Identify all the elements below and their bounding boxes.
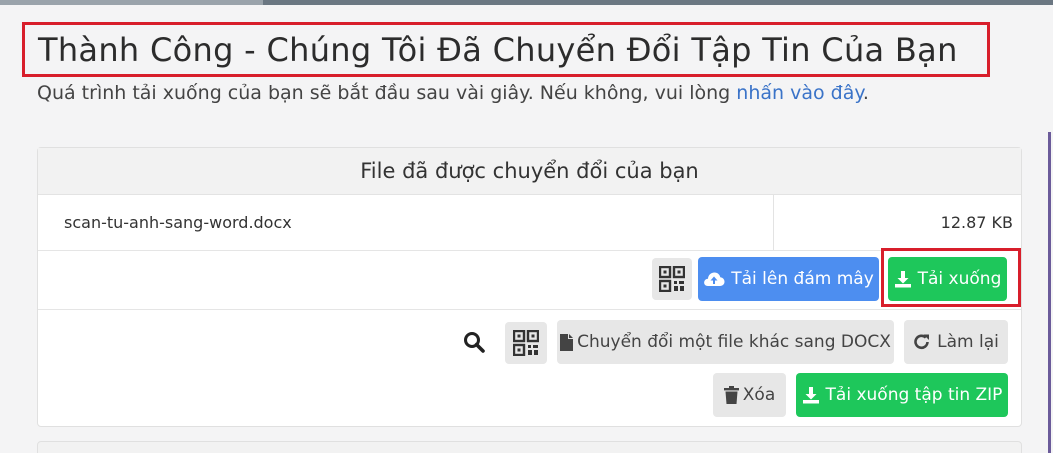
page-title: Thành Công - Chúng Tôi Đã Chuyển Đổi Tập… (38, 30, 958, 69)
preview-button[interactable] (452, 320, 496, 364)
redo-icon (913, 333, 931, 351)
file-actions: Tải lên đám mây Tải xuống (38, 251, 1021, 310)
subtitle-period: . (862, 82, 869, 104)
redo-button[interactable]: Làm lại (904, 320, 1008, 364)
subtitle-text: Quá trình tải xuống của bạn sẽ bắt đầu s… (37, 82, 737, 104)
qr-code-icon (513, 330, 539, 356)
convert-another-label: Chuyển đổi một file khác sang DOCX (577, 332, 891, 352)
download-highlight (881, 248, 1021, 307)
trash-icon (723, 386, 739, 404)
upload-cloud-button[interactable]: Tải lên đám mây (698, 257, 879, 301)
qr-code-button[interactable] (652, 258, 692, 300)
search-icon (463, 331, 485, 353)
qr-code-icon (659, 266, 685, 292)
delete-label: Xóa (742, 385, 776, 405)
click-here-link[interactable]: nhấn vào đây (736, 82, 863, 104)
converted-file-card: File đã được chuyển đổi của bạn scan-tu-… (37, 147, 1022, 427)
file-size: 12.87 KB (940, 213, 1013, 232)
cloud-upload-icon (703, 270, 725, 288)
delete-button[interactable]: Xóa (713, 373, 786, 417)
title-highlight: Thành Công - Chúng Tôi Đã Chuyển Đổi Tập… (22, 22, 990, 77)
upload-cloud-label: Tải lên đám mây (731, 269, 874, 289)
subtitle: Quá trình tải xuống của bạn sẽ bắt đầu s… (37, 82, 869, 104)
convert-another-file-button[interactable]: Chuyển đổi một file khác sang DOCX (557, 320, 894, 364)
file-name: scan-tu-anh-sang-word.docx (38, 195, 774, 250)
file-icon (560, 333, 574, 351)
redo-label: Làm lại (937, 332, 999, 352)
file-row: scan-tu-anh-sang-word.docx 12.87 KB (38, 195, 1021, 251)
top-bar (0, 0, 1053, 5)
tools-area: Chuyển đổi một file khác sang DOCX Làm l… (38, 310, 1021, 426)
next-card (37, 441, 1022, 453)
side-stripe (1048, 132, 1051, 453)
download-zip-label: Tải xuống tập tin ZIP (825, 385, 1003, 405)
qr-code-button-2[interactable] (505, 322, 547, 364)
card-header: File đã được chuyển đổi của bạn (38, 148, 1021, 195)
download-icon (802, 386, 820, 404)
download-zip-button[interactable]: Tải xuống tập tin ZIP (796, 373, 1008, 417)
